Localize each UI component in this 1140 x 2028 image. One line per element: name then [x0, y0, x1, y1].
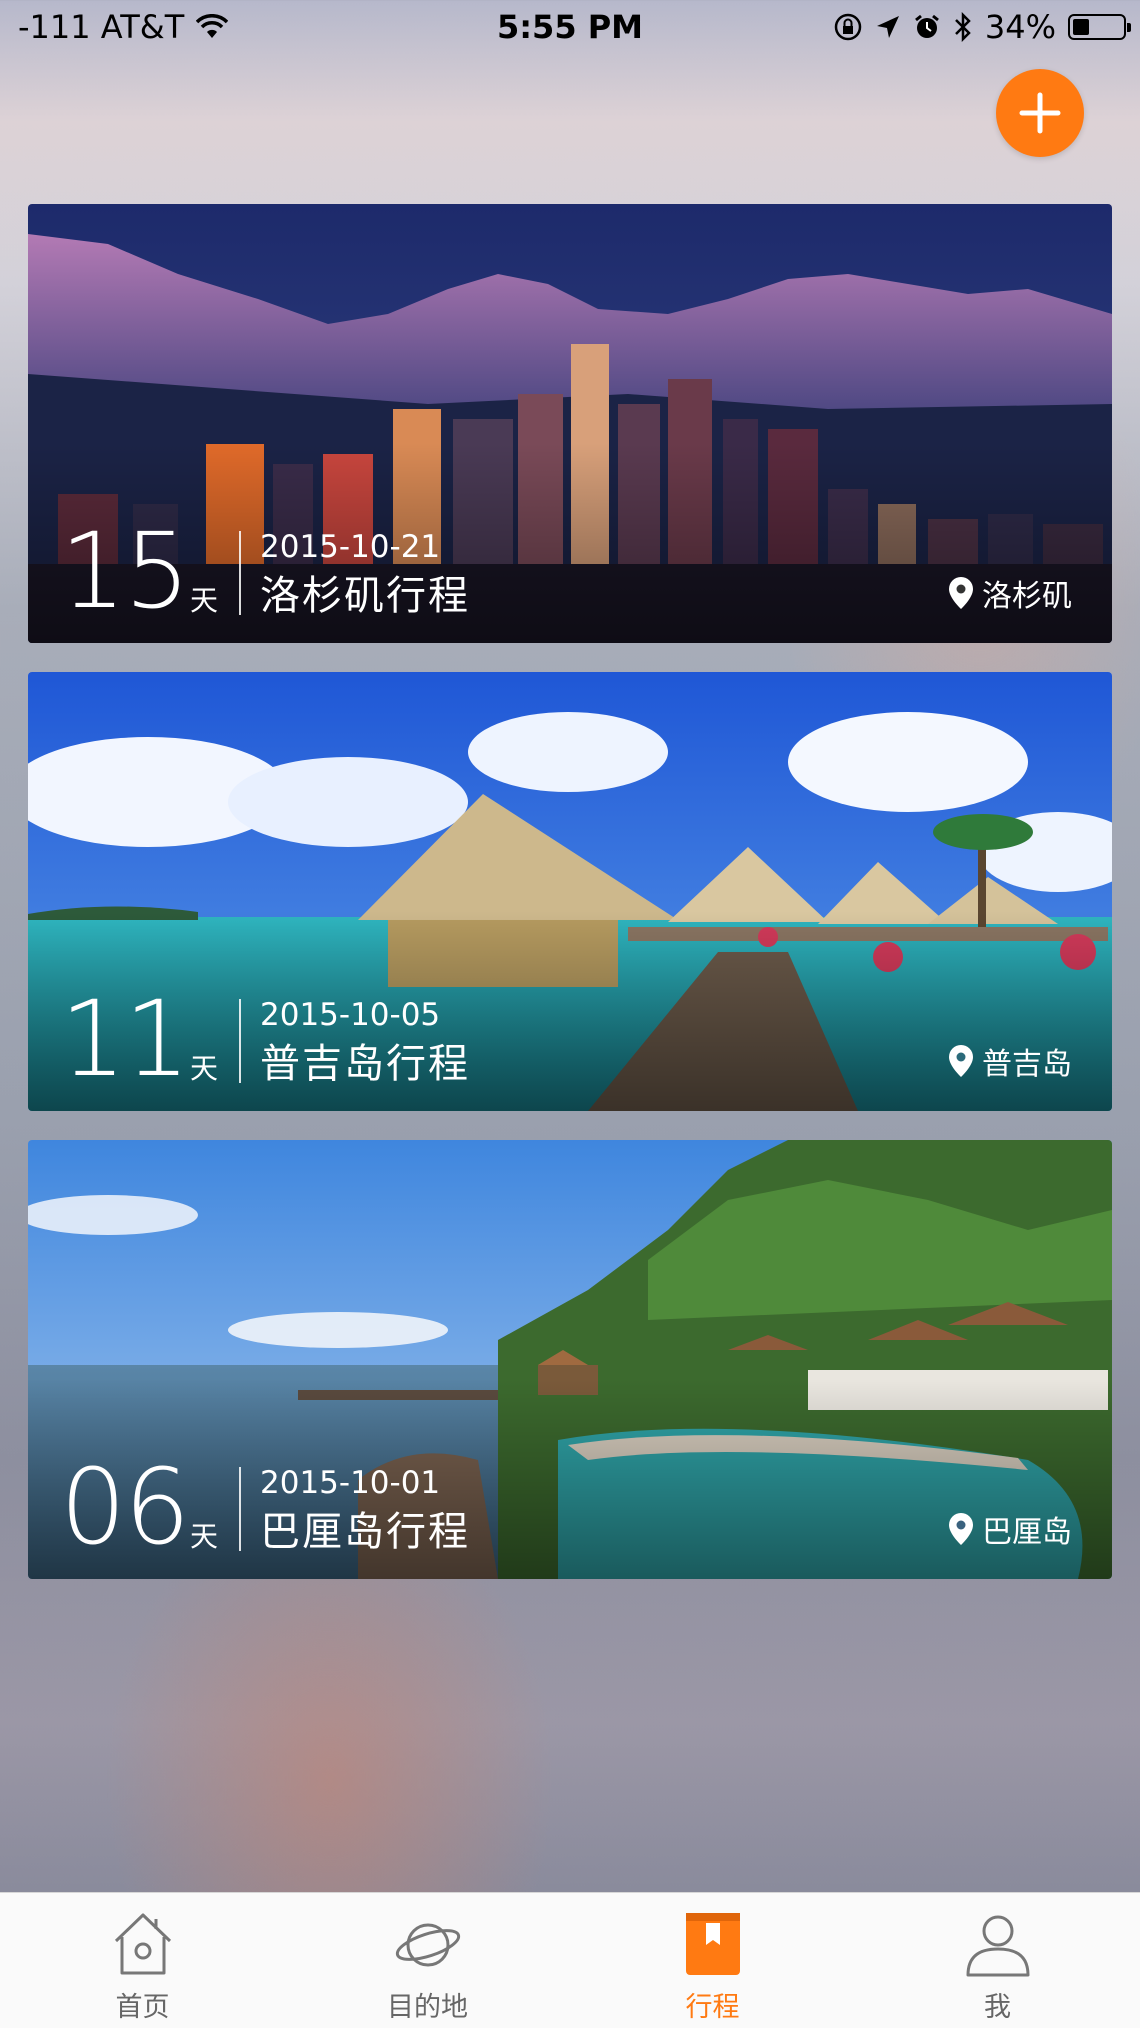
trip-location-label: 普吉岛 [982, 1047, 1072, 1082]
divider [239, 999, 241, 1083]
profile-icon [966, 1915, 1030, 1977]
itinerary-book-icon [686, 1913, 740, 1975]
tab-bar: 首页 目的地 行程 我 [0, 1892, 1140, 2028]
location-pin-icon [949, 577, 973, 609]
trip-days-unit: 天 [190, 1052, 219, 1085]
tab-label: 目的地 [387, 1992, 468, 2023]
trip-days-unit: 天 [190, 584, 219, 617]
trip-date: 2015-10-01 [260, 1465, 441, 1501]
divider [239, 1467, 241, 1551]
tab-itinerary[interactable]: 行程 [570, 1893, 855, 2028]
tab-label: 我 [984, 1992, 1011, 2023]
tab-profile[interactable]: 我 [855, 1893, 1140, 2028]
battery-level [1073, 19, 1090, 35]
trip-name: 普吉岛行程 [260, 1041, 470, 1087]
bluetooth-icon [954, 12, 971, 42]
tab-home[interactable]: 首页 [0, 1893, 285, 2028]
trip-name: 巴厘岛行程 [260, 1509, 470, 1555]
tab-destinations[interactable]: 目的地 [285, 1893, 570, 2028]
location-pin-icon [949, 1045, 973, 1077]
trip-days: 15 [60, 510, 190, 632]
plus-icon [1019, 92, 1061, 134]
battery-icon [1068, 14, 1131, 40]
trip-name: 洛杉矶行程 [260, 573, 470, 619]
trip-days: 06 [60, 1446, 190, 1568]
trip-location: 普吉岛 [948, 1039, 1072, 1083]
alarm-icon [914, 14, 939, 38]
planet-icon [395, 1923, 461, 1967]
trip-days: 11 [60, 978, 190, 1100]
trip-date: 2015-10-05 [260, 997, 441, 1033]
divider [239, 531, 241, 615]
battery-percent: 34% [984, 8, 1056, 46]
location-arrow-icon [876, 16, 899, 38]
trip-location-label: 巴厘岛 [982, 1515, 1072, 1550]
trip-card[interactable]: 11 天 2015-10-05 普吉岛行程 普吉岛 [28, 672, 1112, 1111]
rotation-lock-icon [834, 13, 862, 41]
add-trip-button[interactable] [996, 69, 1084, 157]
trip-location: 洛杉矶 [948, 571, 1072, 615]
tab-label: 行程 [685, 1992, 740, 2023]
status-bar: -111 AT&T 5:55 PM 34% [0, 0, 1140, 56]
tab-label: 首页 [115, 1992, 170, 2023]
trip-card[interactable]: 06 天 2015-10-01 巴厘岛行程 巴厘岛 [28, 1140, 1112, 1579]
status-right: 34% [833, 8, 1131, 46]
home-icon [114, 1913, 172, 1975]
location-pin-icon [949, 1513, 973, 1545]
trip-location: 巴厘岛 [948, 1507, 1072, 1551]
trip-days-unit: 天 [190, 1520, 219, 1553]
trip-date: 2015-10-21 [260, 529, 441, 565]
trip-location-label: 洛杉矶 [982, 579, 1072, 614]
trip-card[interactable]: 15 天 2015-10-21 洛杉矶行程 洛杉矶 [28, 204, 1112, 643]
